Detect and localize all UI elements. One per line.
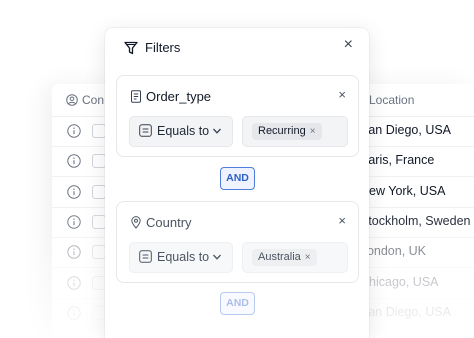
chevron-down-icon xyxy=(213,254,221,260)
filter-condition-order-type: Order_type × Equals to Recurring × xyxy=(116,75,359,157)
filters-header: Filters × xyxy=(105,28,369,68)
info-icon[interactable] xyxy=(67,215,81,229)
row-checkbox[interactable] xyxy=(92,305,106,320)
remove-condition-button[interactable]: × xyxy=(338,87,346,103)
info-icon[interactable] xyxy=(67,154,81,168)
value-chip: Australia × xyxy=(252,249,317,266)
filter-field-label: Country xyxy=(146,215,192,230)
filter-field-label: Order_type xyxy=(146,89,212,104)
location-cell: Stockholm, Sweden xyxy=(360,213,471,228)
equals-icon xyxy=(139,250,152,263)
info-icon[interactable] xyxy=(67,184,81,199)
info-icon[interactable] xyxy=(67,275,81,290)
row-checkbox[interactable] xyxy=(92,275,106,290)
location-cell: Paris, France xyxy=(360,153,435,168)
filters-title: Filters xyxy=(145,40,181,55)
info-icon[interactable] xyxy=(67,124,81,138)
remove-condition-button[interactable]: × xyxy=(338,213,346,229)
row-checkbox[interactable] xyxy=(92,184,106,199)
location-pin-icon xyxy=(131,216,141,229)
value-chip: Recurring × xyxy=(252,123,322,140)
location-cell: San Diego, USA xyxy=(360,123,452,137)
remove-chip-button[interactable]: × xyxy=(310,126,316,137)
location-cell: Chicago, USA xyxy=(360,274,439,289)
row-checkbox[interactable] xyxy=(92,214,106,229)
value-chip-label: Australia xyxy=(258,251,301,263)
row-checkbox[interactable] xyxy=(92,124,106,138)
row-checkbox[interactable] xyxy=(92,245,106,260)
funnel-icon xyxy=(124,41,138,55)
location-cell: New York, USA xyxy=(360,183,446,198)
value-input[interactable]: Recurring × xyxy=(242,116,348,147)
location-cell: San Diego, USA xyxy=(360,304,452,319)
remove-chip-button[interactable]: × xyxy=(305,252,311,263)
value-input[interactable]: Australia × xyxy=(242,242,348,273)
equals-icon xyxy=(139,124,152,137)
person-icon xyxy=(66,94,78,106)
operator-select[interactable]: Equals to xyxy=(129,242,233,273)
info-icon[interactable] xyxy=(67,245,81,259)
location-cell: London, UK xyxy=(360,244,427,259)
filter-condition-country: Country × Equals to Australia × xyxy=(116,201,359,283)
operator-label: Equals to xyxy=(157,124,210,138)
operator-label: Equals to xyxy=(157,250,210,264)
info-icon[interactable] xyxy=(67,306,81,320)
and-connector-button[interactable]: AND xyxy=(220,292,255,315)
value-chip-label: Recurring xyxy=(258,125,306,137)
filters-panel: Filters × Order_type × Equals to Recurri… xyxy=(105,28,369,338)
column-header-location[interactable]: Location xyxy=(369,93,414,107)
row-checkbox[interactable] xyxy=(92,154,106,169)
chevron-down-icon xyxy=(213,128,221,134)
column-header-contact[interactable]: Con xyxy=(82,93,104,107)
document-icon xyxy=(131,90,141,103)
operator-select[interactable]: Equals to xyxy=(129,116,233,147)
and-connector-button[interactable]: AND xyxy=(220,167,255,190)
close-filters-button[interactable]: × xyxy=(344,37,353,53)
